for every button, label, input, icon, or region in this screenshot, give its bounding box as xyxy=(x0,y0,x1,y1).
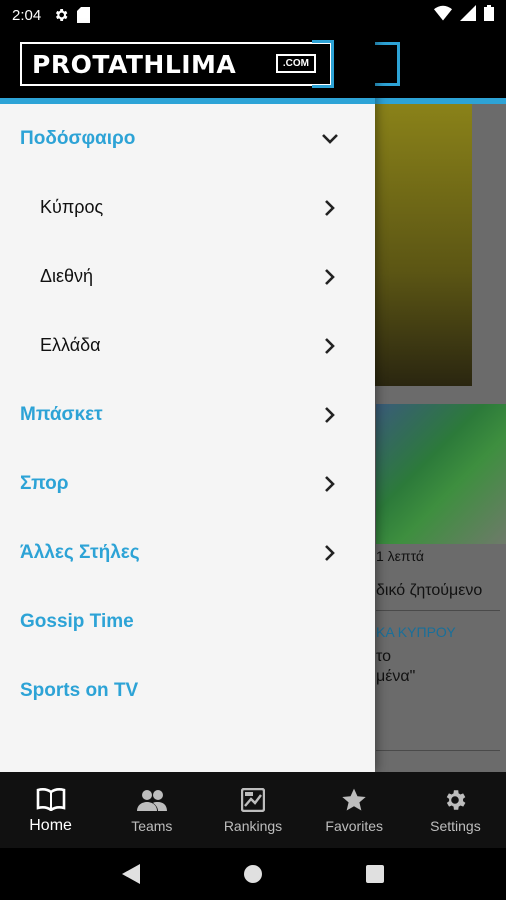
logo-tld: .COM xyxy=(275,54,316,73)
drawer-menu: Ποδόσφαιρο Κύπρος Διεθνή Ελλάδα Μπάσκετ xyxy=(0,104,375,725)
nav-favorites[interactable]: Favorites xyxy=(304,772,405,848)
rankings-icon xyxy=(241,786,265,814)
menu-item-label: Ελλάδα xyxy=(40,335,101,355)
logo-accent-box xyxy=(312,40,334,88)
article-teaser-line-1: το xyxy=(376,648,391,665)
nav-label: Rankings xyxy=(223,818,283,834)
menu-item-label: Κύπρος xyxy=(40,197,104,217)
article-time-ago: 1 λεπτά xyxy=(376,548,425,564)
nav-home[interactable]: Home xyxy=(0,772,101,848)
chevron-right-icon xyxy=(321,337,339,355)
menu-item-label: Άλλες Στήλες xyxy=(20,541,140,563)
nav-label: Favorites xyxy=(325,818,383,834)
book-icon xyxy=(36,785,66,813)
nav-settings[interactable]: Settings xyxy=(405,772,506,848)
wifi-icon xyxy=(434,5,452,25)
nav-label: Settings xyxy=(430,818,481,834)
article-category: ΚΑ ΚΥΠΡΟΥ xyxy=(376,624,456,640)
menu-item-label: Gossip Time xyxy=(20,610,134,632)
menu-item-label: Σπορ xyxy=(20,472,69,494)
divider xyxy=(376,610,500,611)
nav-label: Teams xyxy=(131,818,173,834)
menu-item-podosfairo[interactable]: Ποδόσφαιρο xyxy=(0,104,375,173)
menu-item-label: Διεθνή xyxy=(40,266,94,286)
nav-label: Home xyxy=(29,817,72,834)
menu-item-ellada[interactable]: Ελλάδα xyxy=(0,311,375,380)
menu-item-diethni[interactable]: Διεθνή xyxy=(0,242,375,311)
status-time: 2:04 xyxy=(12,6,42,24)
back-button[interactable] xyxy=(111,854,151,894)
sd-card-icon xyxy=(77,7,91,23)
chevron-right-icon xyxy=(321,406,339,424)
menu-item-gossip-time[interactable]: Gossip Time xyxy=(0,587,375,656)
hero-image xyxy=(362,104,472,386)
home-circle-icon xyxy=(244,865,262,883)
bottom-navigation: Home Teams Rankings Favorites Settings xyxy=(0,772,506,848)
menu-item-label: Sports on TV xyxy=(20,679,139,701)
chevron-right-icon xyxy=(321,544,339,562)
navigation-drawer: PROTATHLIMA .COM Ποδόσφαιρο Κύπρος Διεθν… xyxy=(0,30,375,772)
divider xyxy=(376,750,500,751)
system-navigation-bar xyxy=(0,848,506,900)
article-image xyxy=(376,404,506,544)
status-bar: 2:04 xyxy=(0,0,506,30)
article-teaser-line-2: μένα" xyxy=(376,668,416,685)
menu-item-basket[interactable]: Μπάσκετ xyxy=(0,380,375,449)
menu-item-alles-stiles[interactable]: Άλλες Στήλες xyxy=(0,518,375,587)
recents-square-icon xyxy=(366,865,384,883)
menu-item-kypros[interactable]: Κύπρος xyxy=(0,173,375,242)
star-icon xyxy=(341,786,367,814)
menu-item-sports-on-tv[interactable]: Sports on TV xyxy=(0,656,375,725)
signal-icon xyxy=(460,5,476,25)
chevron-right-icon xyxy=(321,475,339,493)
menu-item-spor[interactable]: Σπορ xyxy=(0,449,375,518)
home-button[interactable] xyxy=(233,854,273,894)
chevron-down-icon xyxy=(321,130,339,148)
menu-item-label: Μπάσκετ xyxy=(20,403,103,425)
people-icon xyxy=(136,786,167,814)
recents-button[interactable] xyxy=(355,854,395,894)
logo-text: PROTATHLIMA xyxy=(32,49,237,79)
nav-teams[interactable]: Teams xyxy=(101,772,202,848)
back-triangle-icon xyxy=(122,864,140,884)
chevron-right-icon xyxy=(321,268,339,286)
protathlima-logo[interactable]: PROTATHLIMA .COM xyxy=(20,40,334,88)
chevron-right-icon xyxy=(321,199,339,217)
gear-icon xyxy=(53,7,69,23)
nav-rankings[interactable]: Rankings xyxy=(202,772,303,848)
battery-icon xyxy=(484,5,494,25)
gear-icon xyxy=(442,786,468,814)
menu-item-label: Ποδόσφαιρο xyxy=(20,127,136,149)
article-headline: δικό ζητούμενο xyxy=(376,582,483,599)
drawer-header: PROTATHLIMA .COM xyxy=(0,30,375,98)
